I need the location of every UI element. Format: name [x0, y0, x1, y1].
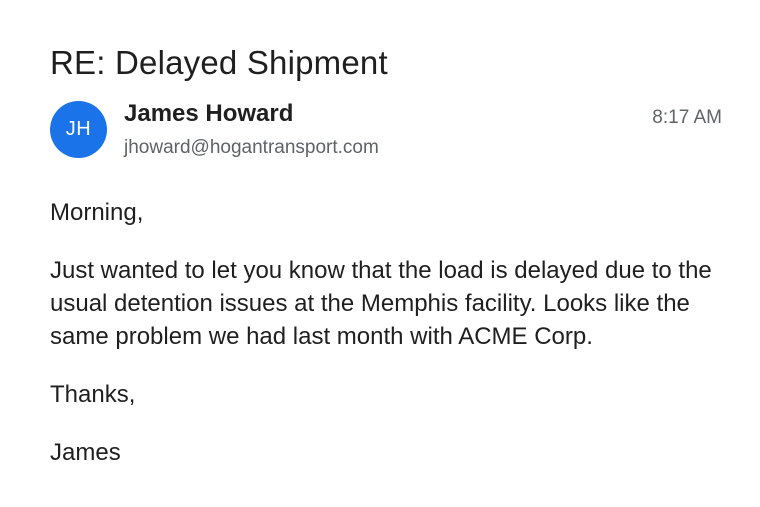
avatar-initials: JH: [65, 118, 92, 140]
email-timestamp: 8:17 AM: [652, 107, 722, 128]
sender-email[interactable]: jhoward@hogantransport.com: [124, 137, 379, 159]
sender-avatar[interactable]: JH: [50, 101, 107, 158]
email-closing: Thanks,: [50, 381, 136, 408]
sender-name[interactable]: James Howard: [124, 100, 293, 128]
email-paragraph: Just wanted to let you know that the loa…: [50, 257, 712, 350]
email-body: Morning, Just wanted to let you know tha…: [50, 196, 740, 469]
email-subject: RE: Delayed Shipment: [50, 44, 388, 82]
email-greeting: Morning,: [50, 199, 144, 226]
email-signature: James: [50, 439, 121, 466]
